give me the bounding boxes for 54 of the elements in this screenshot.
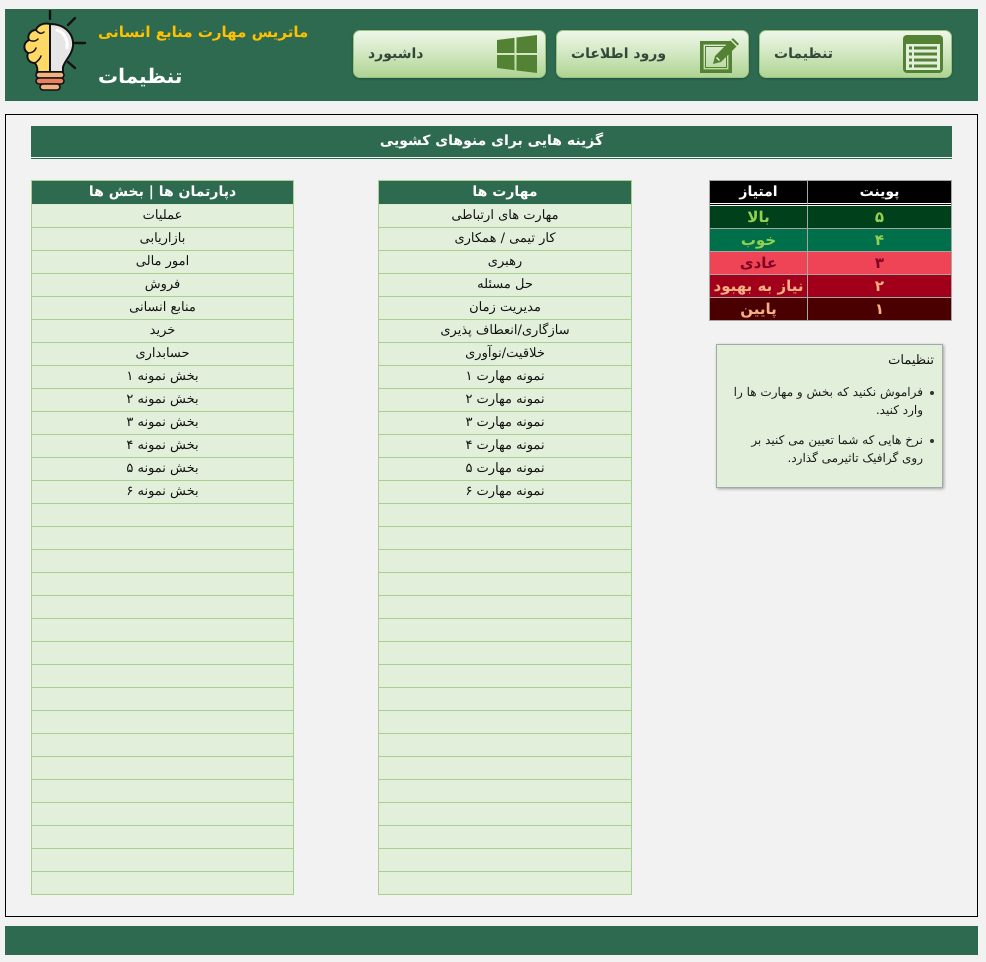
rating-point: ۱: [874, 300, 884, 318]
table-cell: مدیریت زمان: [379, 297, 631, 320]
nav-button[interactable]: داشبورد: [353, 30, 546, 78]
table-cell: خلاقیت/نوآوری: [379, 343, 631, 366]
table-cell: نمونه مهارت ۱: [379, 366, 631, 389]
section-header: گزینه هایی برای منوهای کشویی: [31, 126, 952, 159]
list-icon: [903, 35, 943, 73]
note-text: فراموش نکنید که بخش و مهارت ها را وارد کنید.: [732, 384, 923, 419]
table-cell: رهبری: [379, 251, 631, 274]
table-cell: بازاریابی: [32, 228, 293, 251]
note-text: نرخ هایی که شما تعیین می کنید بر روی گرافیک تاثیرمی گذارد.: [750, 432, 923, 467]
nav-button[interactable]: ورود اطلاعات: [556, 30, 749, 78]
table-cell: سازگاری/انعطاف پذیری: [379, 320, 631, 343]
table-cell: عملیات: [32, 205, 293, 228]
page-title: تنظیمات: [98, 63, 182, 90]
table-cell: منابع انسانی: [32, 297, 293, 320]
table-cell: نمونه مهارت ۳: [379, 412, 631, 435]
table-cell: بخش نمونه ۳: [32, 412, 293, 435]
tiles-icon: [497, 35, 537, 73]
rating-label: نیاز به بهبود: [714, 277, 804, 295]
rating-label: عادی: [740, 254, 778, 272]
app-title: ماتریس مهارت منابع انسانی: [98, 22, 308, 42]
column-header: دپارتمان ها | بخش ها: [32, 181, 293, 205]
notes-title: تنظیمات: [887, 352, 934, 370]
table-cell: بخش نمونه ۴: [32, 435, 293, 458]
column-header: مهارت ها: [379, 181, 631, 205]
column-header: پوینت: [807, 181, 951, 206]
rating-point: ۴: [874, 231, 884, 249]
table-cell: بخش نمونه ۶: [32, 481, 293, 504]
rating-point: ۲: [874, 277, 884, 295]
nav-button[interactable]: تنظیمات: [759, 30, 952, 78]
table-cell: حسابداری: [32, 343, 293, 366]
rating-label: بالا: [747, 208, 770, 226]
rating-label: خوب: [740, 231, 776, 249]
table-cell: فروش: [32, 274, 293, 297]
rating-label: پایین: [740, 300, 777, 318]
table-cell: نمونه مهارت ۵: [379, 458, 631, 481]
table-cell: کار تیمی / همکاری: [379, 228, 631, 251]
table-cell: امور مالی: [32, 251, 293, 274]
bullet-icon: [930, 439, 934, 443]
bullet-icon: [930, 391, 934, 395]
rating-point: ۵: [874, 208, 884, 226]
table-cell: خرید: [32, 320, 293, 343]
table-cell: بخش نمونه ۵: [32, 458, 293, 481]
column-header: امتیاز: [710, 181, 807, 206]
table-cell: نمونه مهارت ۶: [379, 481, 631, 504]
table-cell: بخش نمونه ۲: [32, 389, 293, 412]
rating-point: ۳: [874, 254, 884, 272]
table-cell: حل مسئله: [379, 274, 631, 297]
table-cell: نمونه مهارت ۲: [379, 389, 631, 412]
table-cell: مهارت های ارتباطی: [379, 205, 631, 228]
table-cell: بخش نمونه ۱: [32, 366, 293, 389]
pencil-square-icon: [700, 35, 740, 73]
table-cell: نمونه مهارت ۴: [379, 435, 631, 458]
